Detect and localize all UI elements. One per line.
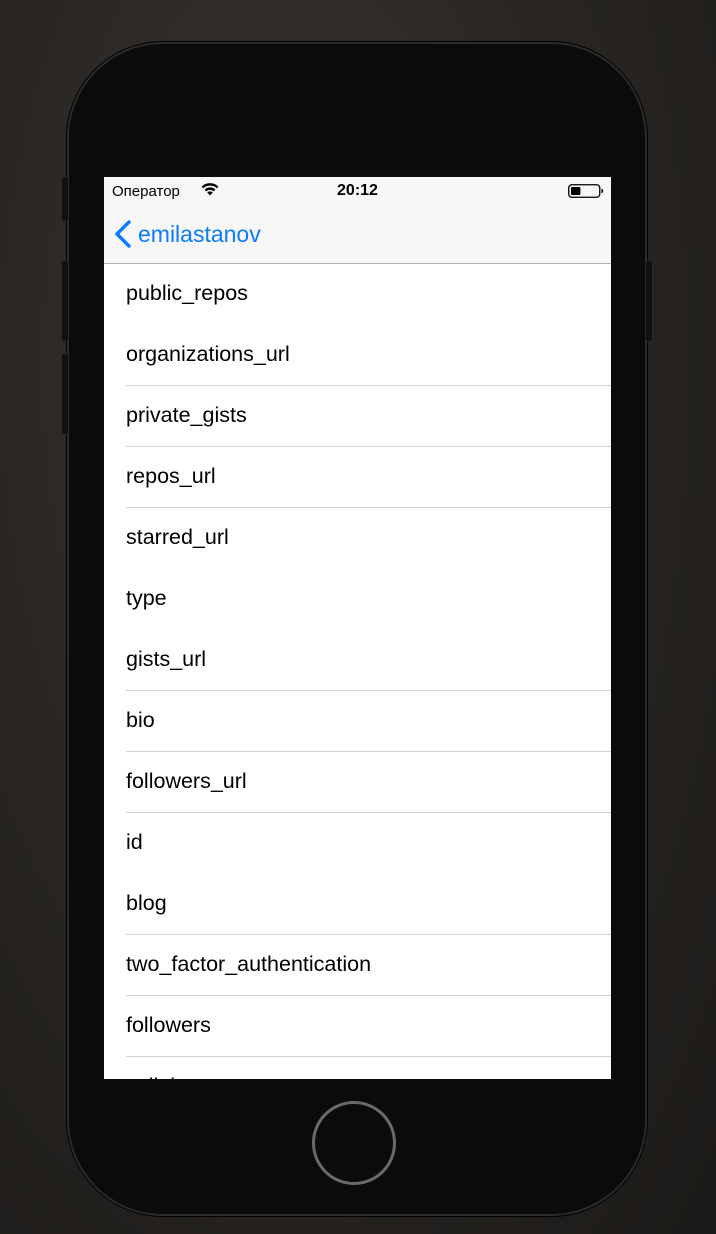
list-item-label: gists_url — [126, 647, 207, 671]
screen: Оператор 20:12 emilastanov public_repos … — [104, 177, 611, 1079]
list-item-label: id — [126, 830, 143, 854]
home-button[interactable] — [312, 1101, 396, 1185]
navigation-bar: emilastanov — [104, 205, 611, 264]
list-item-label: collaborators — [126, 1074, 249, 1079]
mute-switch — [61, 176, 69, 222]
battery-icon — [568, 184, 604, 198]
volume-down-button — [61, 353, 69, 435]
power-button — [645, 260, 653, 342]
status-time: 20:12 — [337, 182, 378, 199]
list-item-label: organizations_url — [126, 342, 290, 366]
list-item-label: starred_url — [126, 525, 229, 549]
list-item[interactable]: private_gists — [104, 386, 611, 447]
property-list: public_repos organizations_url private_g… — [104, 264, 611, 1079]
back-button[interactable]: emilastanov — [112, 217, 261, 251]
list-item[interactable]: gists_url — [104, 630, 611, 691]
list-item[interactable]: collaborators — [104, 1057, 611, 1079]
back-label: emilastanov — [138, 220, 261, 247]
list-item[interactable]: two_factor_authentication — [104, 935, 611, 996]
volume-up-button — [61, 260, 69, 342]
list-item[interactable]: followers_url — [104, 752, 611, 813]
chevron-left-icon — [115, 220, 131, 248]
list-item[interactable]: blog — [104, 874, 611, 935]
list-item-label: two_factor_authentication — [126, 952, 372, 976]
list-item[interactable]: organizations_url — [104, 325, 611, 386]
list-item-label: bio — [126, 708, 155, 732]
list-item-label: public_repos — [126, 281, 248, 305]
list-item[interactable]: repos_url — [104, 447, 611, 508]
list-item-label: followers_url — [126, 769, 247, 793]
status-bar: Оператор 20:12 — [104, 177, 611, 205]
list-item[interactable]: followers — [104, 996, 611, 1057]
list-item[interactable]: public_repos — [104, 264, 611, 325]
list-item-label: repos_url — [126, 464, 216, 488]
list-item-label: type — [126, 586, 167, 610]
list-item-label: private_gists — [126, 403, 247, 427]
list-item[interactable]: bio — [104, 691, 611, 752]
list-item[interactable]: type — [104, 569, 611, 630]
list-item[interactable]: id — [104, 813, 611, 874]
list-item-label: blog — [126, 891, 167, 915]
list-item-label: followers — [126, 1013, 211, 1037]
list-item[interactable]: starred_url — [104, 508, 611, 569]
